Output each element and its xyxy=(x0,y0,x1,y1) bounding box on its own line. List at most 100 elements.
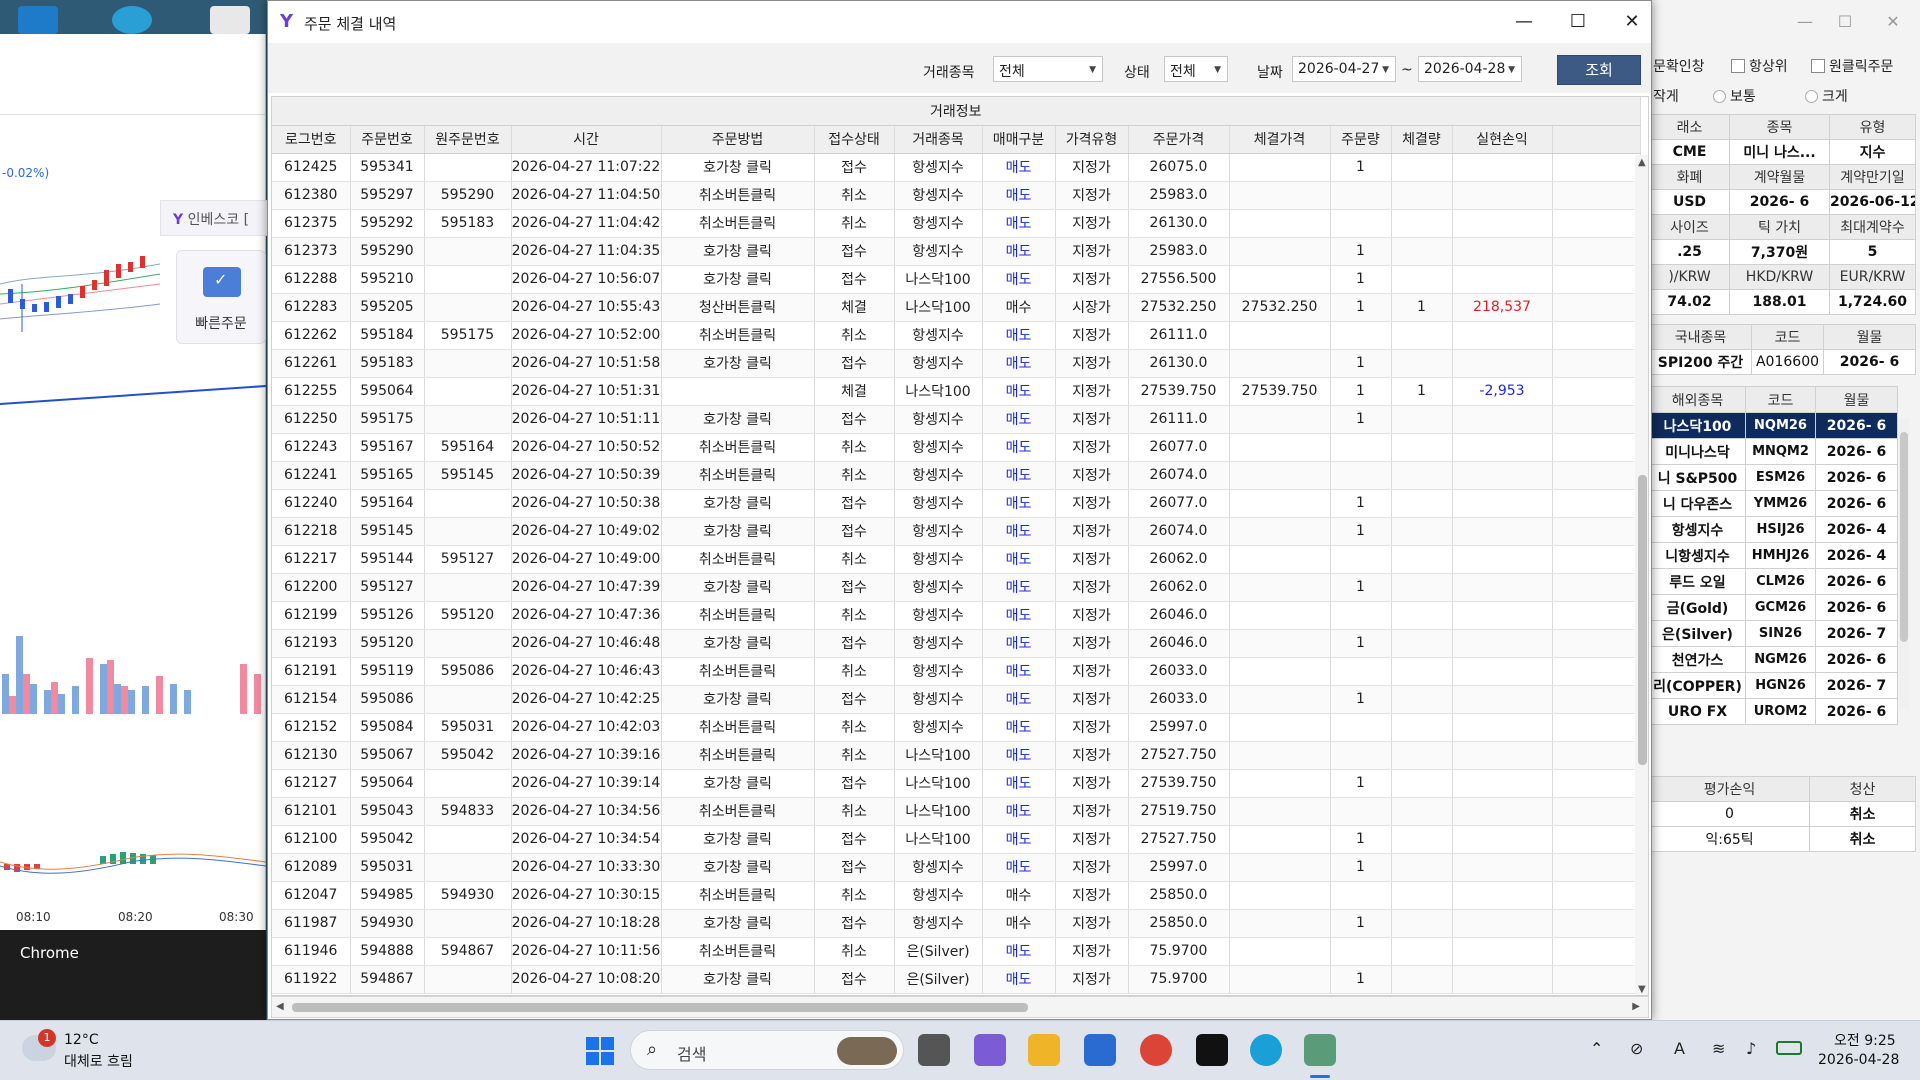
cancel-button[interactable]: 취소 xyxy=(1809,826,1916,852)
table-row[interactable]: 612288 595210 2026-04-27 10:56:07 호가창 클릭 접수 나… xyxy=(272,265,1641,294)
mt4-icon[interactable] xyxy=(1196,1034,1228,1066)
table-row[interactable]: 612241 595165 595145 2026-04-27 10:50:39 취소버… xyxy=(272,461,1641,490)
scroll-left-icon[interactable]: ◀ xyxy=(276,1001,284,1012)
scrollbar-thumb[interactable] xyxy=(1900,432,1908,642)
date-to-picker[interactable]: 2026-04-28 ▼ xyxy=(1418,56,1522,82)
size-normal-radio[interactable]: 보통 xyxy=(1713,86,1756,106)
foreign-symbol-row[interactable]: 니 다우존스 YMM26 2026- 6 xyxy=(1649,490,1898,517)
confirm-popup-checkbox[interactable]: 문확인창 xyxy=(1653,56,1705,76)
close-icon[interactable]: ✕ xyxy=(1605,1,1659,43)
edge-desktop-icon[interactable] xyxy=(112,6,152,34)
table-row[interactable]: 612217 595144 595127 2026-04-27 10:49:00 취소버… xyxy=(272,545,1641,574)
scroll-right-icon[interactable]: ▶ xyxy=(1632,1001,1640,1012)
column-header[interactable]: 가격유형 xyxy=(1055,125,1129,154)
table-row[interactable]: 612191 595119 595086 2026-04-27 10:46:43 취소버… xyxy=(272,657,1641,686)
trading-app-icon[interactable] xyxy=(1304,1034,1336,1066)
minimize-icon[interactable]: — xyxy=(1785,8,1825,36)
chevron-up-icon[interactable]: ⌃ xyxy=(1590,1039,1603,1058)
foreign-symbol-row[interactable]: 니항셍지수 HMHJ26 2026- 4 xyxy=(1649,542,1898,569)
document-desktop-icon[interactable] xyxy=(210,6,250,34)
table-row[interactable]: 611922 594867 2026-04-27 10:08:20 호가창 클릭 접수 은… xyxy=(272,965,1641,994)
scroll-up-icon[interactable]: ▲ xyxy=(1638,157,1646,168)
close-icon[interactable]: ✕ xyxy=(1873,8,1913,36)
volume-icon[interactable]: ♪ xyxy=(1746,1039,1756,1058)
weather-description[interactable]: 대체로 흐림 xyxy=(64,1051,133,1071)
quick-order-button[interactable]: 빠른주문 xyxy=(176,250,266,344)
table-row[interactable]: 612154 595086 2026-04-27 10:42:25 호가창 클릭 접수 항… xyxy=(272,685,1641,714)
foreign-symbol-row[interactable]: 금(Gold) GCM26 2026- 6 xyxy=(1649,594,1898,621)
table-row[interactable]: 612089 595031 2026-04-27 10:33:30 호가창 클릭 접수 항… xyxy=(272,853,1641,882)
table-row[interactable]: 612425 595341 2026-04-27 11:07:22 호가창 클릭 접수 항… xyxy=(272,153,1641,182)
input-method-icon[interactable]: A xyxy=(1674,1039,1685,1058)
column-header[interactable]: 원주문번호 xyxy=(424,125,512,154)
title-bar[interactable]: Y 주문 체결 내역 — ☐ ✕ xyxy=(268,1,1651,43)
clock-date[interactable]: 2026-04-28 xyxy=(1818,1052,1899,1068)
minimize-icon[interactable]: — xyxy=(1497,1,1551,43)
clock-time[interactable]: 오전 9:25 xyxy=(1834,1030,1896,1050)
table-row[interactable]: 612262 595184 595175 2026-04-27 10:52:00 취소버… xyxy=(272,321,1641,350)
vertical-scrollbar-thumb[interactable] xyxy=(1638,475,1647,765)
item-filter-select[interactable]: 전체 ▼ xyxy=(993,56,1103,82)
table-row[interactable]: 612130 595067 595042 2026-04-27 10:39:16 취소버… xyxy=(272,741,1641,770)
domestic-symbol-row[interactable]: SPI200 주간 A016600 2026- 6 xyxy=(1649,349,1916,375)
table-row[interactable]: 612127 595064 2026-04-27 10:39:14 호가창 클릭 접수 나… xyxy=(272,769,1641,798)
table-row[interactable]: 612240 595164 2026-04-27 10:50:38 호가창 클릭 접수 항… xyxy=(272,489,1641,518)
size-large-radio[interactable]: 크게 xyxy=(1805,86,1848,106)
one-click-order-checkbox[interactable]: 원클릭주문 xyxy=(1811,56,1893,76)
horizontal-scrollbar-thumb[interactable] xyxy=(292,1003,1028,1012)
foreign-symbol-row[interactable]: 리(COPPER) HGN26 2026- 7 xyxy=(1649,672,1898,699)
column-header[interactable]: 체결가격 xyxy=(1229,125,1331,154)
cancel-button[interactable]: 취소 xyxy=(1809,801,1916,827)
file-explorer-icon[interactable] xyxy=(1028,1034,1060,1066)
wifi-icon[interactable]: ≋ xyxy=(1712,1039,1725,1058)
search-button[interactable]: 조회 xyxy=(1557,55,1641,85)
table-row[interactable]: 612373 595290 2026-04-27 11:04:35 호가창 클릭 접수 항… xyxy=(272,237,1641,266)
column-header[interactable]: 주문량 xyxy=(1330,125,1392,154)
table-row[interactable]: 612047 594985 594930 2026-04-27 10:30:15 취소버… xyxy=(272,881,1641,910)
foreign-symbol-row[interactable]: 미니나스닥 MNQM2 2026- 6 xyxy=(1649,438,1898,465)
table-row[interactable]: 612243 595167 595164 2026-04-27 10:50:52 취소버… xyxy=(272,433,1641,462)
foreign-symbol-row[interactable]: 천연가스 NGM26 2026- 6 xyxy=(1649,646,1898,673)
foreign-symbol-row[interactable]: 루드 오일 CLM26 2026- 6 xyxy=(1649,568,1898,595)
foreign-symbol-row[interactable]: 나스닥100 NQM26 2026- 6 xyxy=(1649,412,1898,439)
start-button[interactable] xyxy=(586,1037,614,1065)
maximize-icon[interactable]: ☐ xyxy=(1825,8,1865,36)
column-header[interactable]: 매매구분 xyxy=(982,125,1056,154)
weather-temperature[interactable]: 12°C xyxy=(64,1032,99,1048)
column-header[interactable]: 주문가격 xyxy=(1128,125,1230,154)
instrument-badge[interactable]: Y 인베스코 [ xyxy=(160,200,270,236)
horizontal-scrollbar[interactable]: ◀ ▶ xyxy=(271,996,1649,1018)
network-off-icon[interactable]: ⊘ xyxy=(1630,1039,1643,1058)
table-row[interactable]: 612200 595127 2026-04-27 10:47:39 호가창 클릭 접수 항… xyxy=(272,573,1641,602)
foreign-symbol-row[interactable]: 은(Silver) SIN26 2026- 7 xyxy=(1649,620,1898,647)
column-header[interactable]: 실현손익 xyxy=(1452,125,1553,154)
table-row[interactable]: 612193 595120 2026-04-27 10:46:48 호가창 클릭 접수 항… xyxy=(272,629,1641,658)
table-row[interactable]: 612283 595205 2026-04-27 10:55:43 청산버튼클릭 체결 나… xyxy=(272,293,1641,322)
table-row[interactable]: 612218 595145 2026-04-27 10:49:02 호가창 클릭 접수 항… xyxy=(272,517,1641,546)
table-row[interactable]: 612100 595042 2026-04-27 10:34:54 호가창 클릭 접수 나… xyxy=(272,825,1641,854)
foreign-symbol-row[interactable]: URO FX UROM2 2026- 6 xyxy=(1649,698,1898,725)
column-header[interactable]: 시간 xyxy=(511,125,662,154)
table-row[interactable]: 612199 595126 595120 2026-04-27 10:47:36 취소버… xyxy=(272,601,1641,630)
battery-icon[interactable] xyxy=(1776,1041,1802,1055)
table-row[interactable]: 612375 595292 595183 2026-04-27 11:04:42 취소버… xyxy=(272,209,1641,238)
always-on-top-checkbox[interactable]: 항상위 xyxy=(1731,56,1788,76)
table-row[interactable]: 611987 594930 2026-04-27 10:18:28 호가창 클릭 접수 항… xyxy=(272,909,1641,938)
column-header[interactable]: 체결량 xyxy=(1391,125,1453,154)
store-icon[interactable] xyxy=(1084,1034,1116,1066)
column-header[interactable]: 주문방법 xyxy=(661,125,815,154)
copilot-icon[interactable] xyxy=(974,1034,1006,1066)
column-header[interactable]: 로그번호 xyxy=(272,125,351,154)
foreign-symbol-row[interactable]: 니 S&P500 ESM26 2026- 6 xyxy=(1649,464,1898,491)
desktop-app-icon[interactable] xyxy=(18,6,58,34)
scroll-down-icon[interactable]: ▼ xyxy=(1638,984,1646,995)
column-header[interactable]: 주문번호 xyxy=(350,125,425,154)
foreign-symbol-row[interactable]: 항셍지수 HSIJ26 2026- 4 xyxy=(1649,516,1898,543)
task-view-icon[interactable] xyxy=(918,1034,950,1066)
status-filter-select[interactable]: 전체 ▼ xyxy=(1164,56,1228,82)
size-small-radio[interactable]: 작게 xyxy=(1653,86,1679,106)
maximize-icon[interactable]: ☐ xyxy=(1551,1,1605,43)
table-row[interactable]: 611946 594888 594867 2026-04-27 10:11:56 취소버… xyxy=(272,937,1641,966)
table-row[interactable]: 612250 595175 2026-04-27 10:51:11 호가창 클릭 접수 항… xyxy=(272,405,1641,434)
table-row[interactable]: 612152 595084 595031 2026-04-27 10:42:03 취소버… xyxy=(272,713,1641,742)
